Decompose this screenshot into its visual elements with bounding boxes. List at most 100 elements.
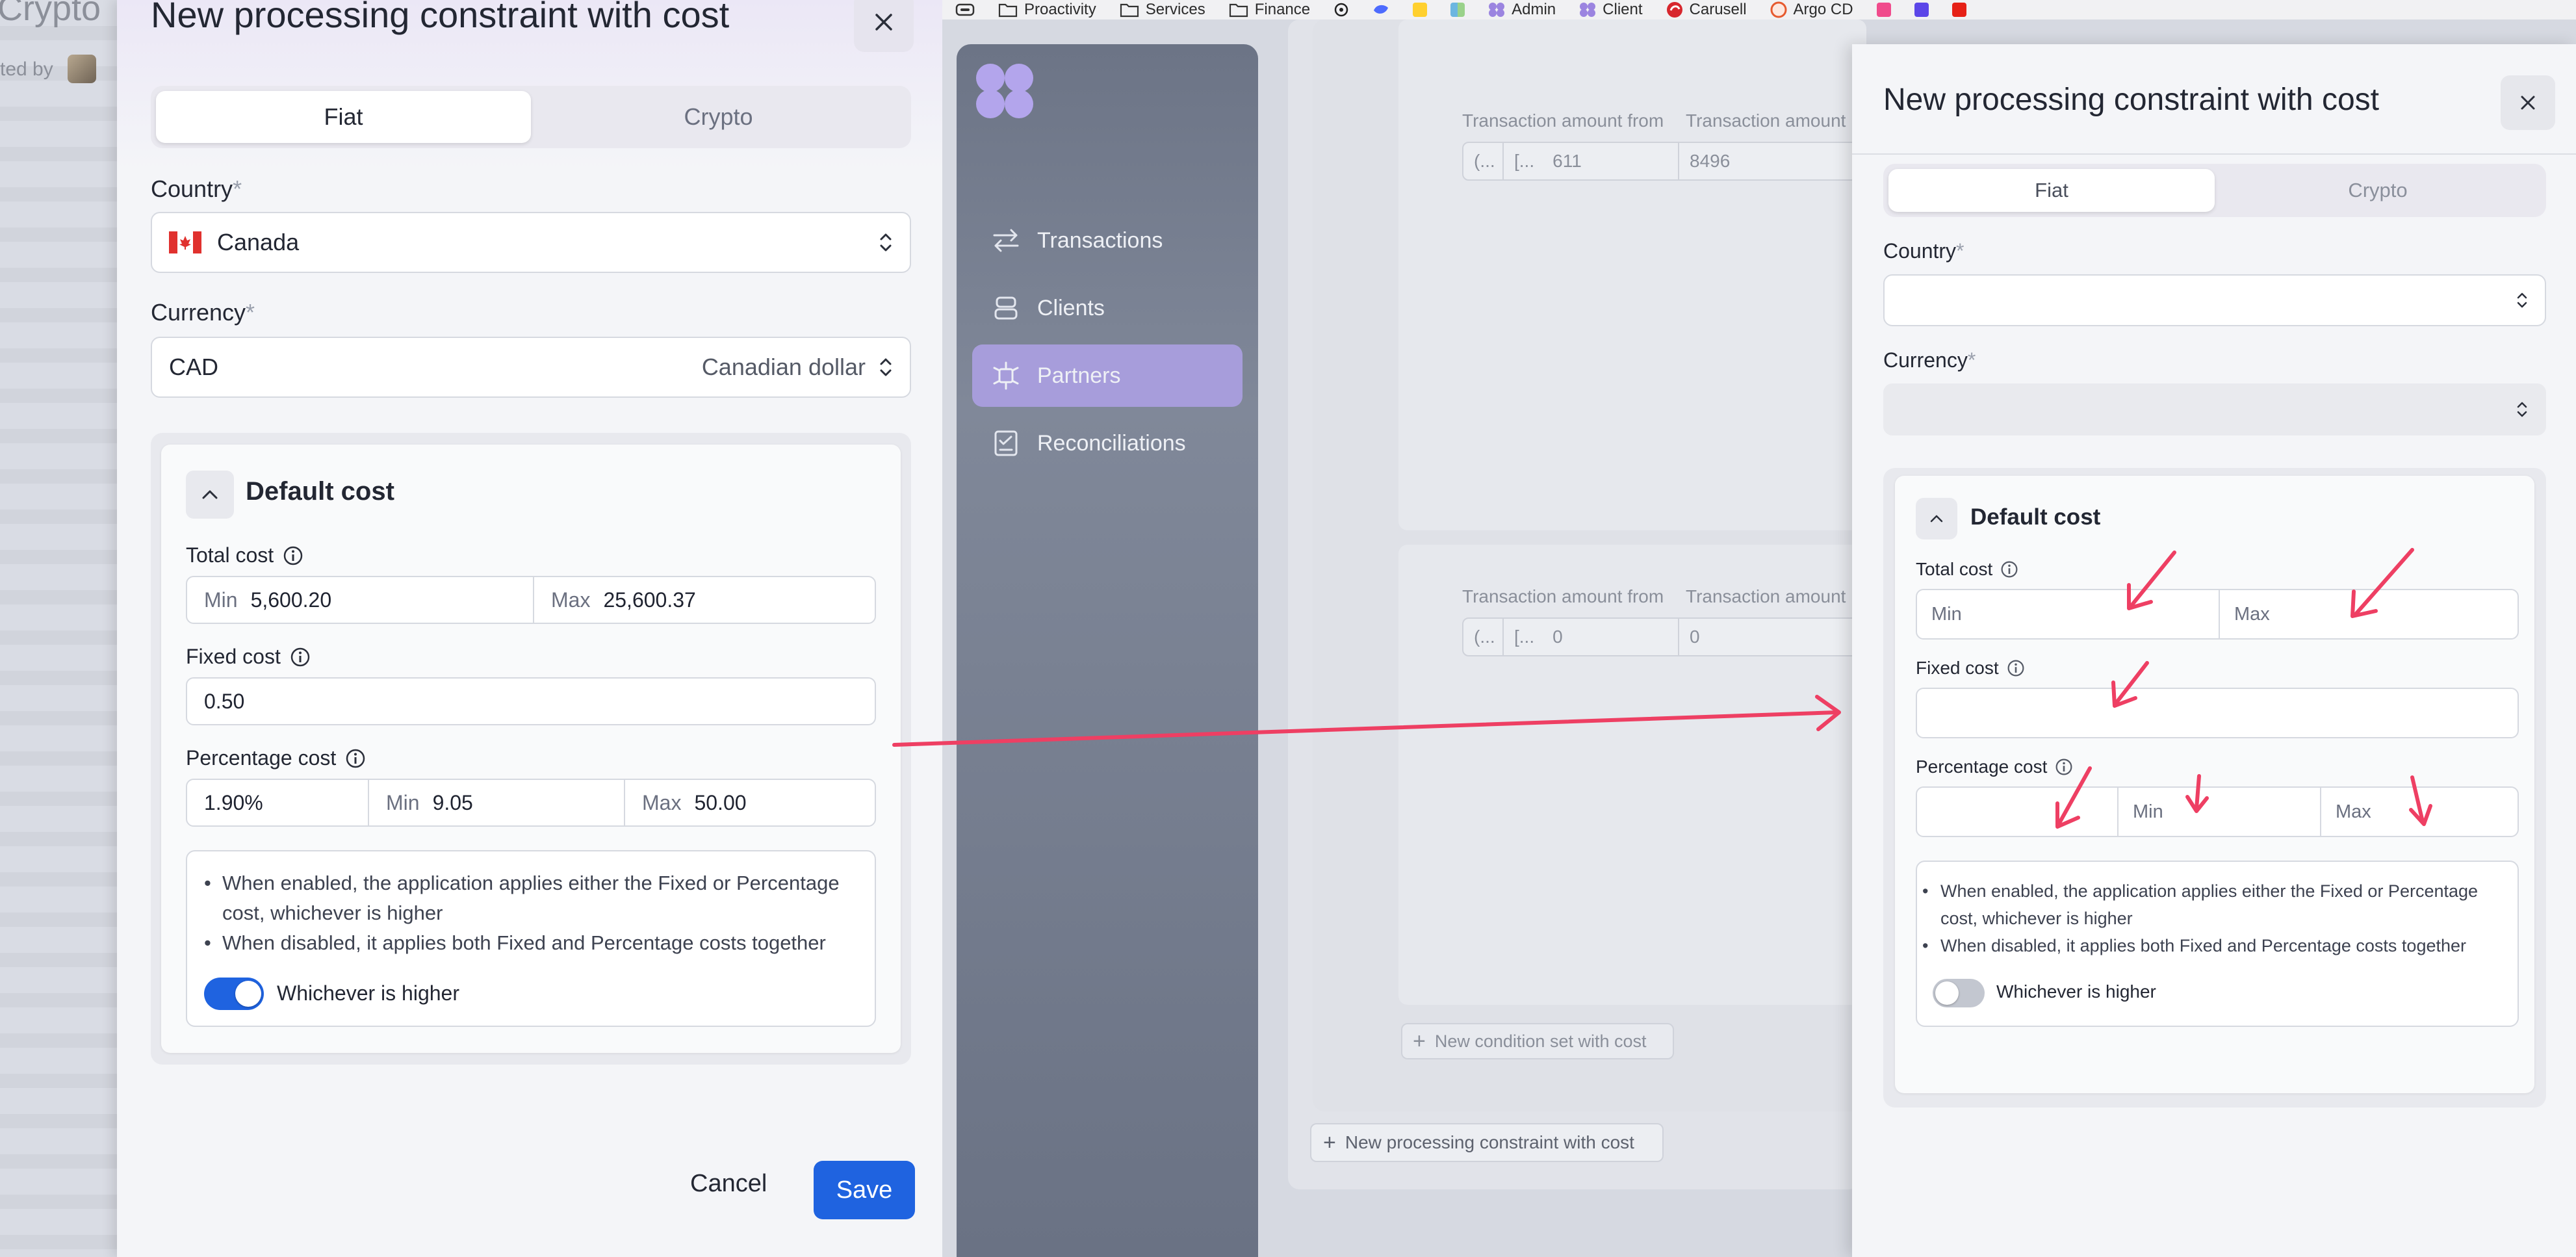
bookmark-finance[interactable]: Finance bbox=[1229, 1, 1310, 19]
toggle-knob bbox=[1935, 981, 1959, 1005]
tab-crypto[interactable]: Crypto bbox=[531, 91, 906, 143]
carusell-icon bbox=[1666, 2, 1682, 18]
tab-fiat[interactable]: Fiat bbox=[156, 91, 531, 143]
modal-title: New processing constraint with cost bbox=[151, 0, 730, 35]
bookmark-argo-cd[interactable]: Argo CD bbox=[1770, 1, 1853, 19]
bookmark-s-pink[interactable] bbox=[1876, 3, 1891, 17]
new-condition-set-button[interactable]: + New condition set with cost bbox=[1401, 1023, 1674, 1059]
bookmark-s-blue[interactable] bbox=[1914, 3, 1929, 17]
amount-to-label: Transaction amount bbox=[1686, 110, 1846, 131]
partners-icon bbox=[988, 361, 1024, 390]
cancel-button[interactable]: Cancel bbox=[690, 1170, 767, 1198]
bookmark-proactivity[interactable]: Proactivity bbox=[998, 1, 1096, 19]
cost-rule-notes: When enabled, the application applies ei… bbox=[186, 850, 876, 1027]
fixed-cost-input[interactable] bbox=[1916, 688, 2519, 738]
reconciliations-icon bbox=[988, 429, 1024, 458]
country-select[interactable]: Canada bbox=[151, 212, 911, 273]
percentage-cost-min-input[interactable]: Min 9.05 bbox=[368, 780, 624, 825]
amount-from-label: Transaction amount from bbox=[1462, 586, 1664, 606]
info-icon[interactable] bbox=[2000, 560, 2018, 578]
toggle-label: Whichever is higher bbox=[277, 981, 459, 1005]
percentage-cost-input[interactable] bbox=[1917, 788, 2117, 836]
country-label: Country* bbox=[1883, 239, 1964, 263]
background-created-by: ted by bbox=[0, 58, 53, 80]
bookmark-client[interactable]: Client bbox=[1579, 1, 1643, 19]
amount-from-input[interactable]: [... 611 bbox=[1502, 143, 1678, 179]
miro-icon bbox=[1413, 3, 1428, 17]
bracket-select[interactable]: (... bbox=[1463, 619, 1502, 655]
plus-icon: + bbox=[1323, 1130, 1336, 1155]
total-cost-max-input[interactable]: Max 25,600.37 bbox=[533, 577, 875, 623]
s-blue-icon bbox=[1914, 3, 1929, 17]
percentage-cost-min-input[interactable]: Min bbox=[2117, 788, 2320, 836]
collapse-button[interactable] bbox=[186, 471, 234, 519]
argo-icon bbox=[1770, 1, 1787, 18]
bookmark-services[interactable]: Services bbox=[1120, 1, 1205, 19]
sidebar-item-partners[interactable]: Partners bbox=[972, 344, 1243, 407]
save-button[interactable]: Save bbox=[814, 1161, 915, 1219]
sidebar-item-clients[interactable]: Clients bbox=[972, 277, 1243, 339]
updown-chevron-icon bbox=[879, 356, 893, 379]
collapse-button[interactable] bbox=[1916, 498, 1957, 539]
sidebar-item-reconciliations[interactable]: Reconciliations bbox=[972, 412, 1243, 474]
condition-set-card: Transaction amount from Transaction amou… bbox=[1398, 19, 1878, 530]
percentage-cost-max-input[interactable]: Max bbox=[2320, 788, 2518, 836]
total-cost-fields: Min Max bbox=[1916, 589, 2519, 640]
percentage-cost-fields: 1.90% Min 9.05 Max 50.00 bbox=[186, 779, 876, 827]
close-button[interactable] bbox=[854, 0, 914, 52]
note-item: When disabled, it applies both Fixed and… bbox=[1922, 932, 2505, 959]
bracket-select[interactable]: (... bbox=[1463, 143, 1502, 179]
currency-label: Currency* bbox=[1883, 348, 1976, 372]
default-cost-card: Default cost Total cost Min Max Fixed co… bbox=[1895, 476, 2534, 1093]
amount-from-input[interactable]: [... 0 bbox=[1502, 619, 1678, 655]
chevron-up-icon bbox=[1930, 515, 1943, 523]
updown-chevron-icon bbox=[2516, 400, 2528, 419]
percentage-cost-input[interactable]: 1.90% bbox=[187, 780, 368, 825]
right-constraint-modal: New processing constraint with cost Fiat… bbox=[1852, 44, 2576, 1257]
info-icon[interactable] bbox=[345, 748, 366, 769]
toggle-label: Whichever is higher bbox=[1996, 981, 2156, 1002]
whichever-higher-toggle[interactable] bbox=[204, 978, 264, 1010]
country-select[interactable] bbox=[1883, 274, 2546, 326]
info-icon[interactable] bbox=[290, 647, 311, 667]
cost-rule-notes: When enabled, the application applies ei… bbox=[1916, 861, 2519, 1027]
currency-select[interactable] bbox=[1883, 383, 2546, 435]
default-cost-card: Default cost Total cost Min 5,600.20 Max… bbox=[161, 445, 901, 1053]
toggle-knob bbox=[235, 981, 261, 1007]
whichever-higher-toggle[interactable] bbox=[1933, 979, 1985, 1007]
total-cost-max-input[interactable]: Max bbox=[2219, 590, 2518, 638]
amount-to-input[interactable]: 8496 bbox=[1678, 143, 1877, 179]
amount-from-label: Transaction amount from bbox=[1462, 110, 1664, 131]
sidebar-item-transactions[interactable]: Transactions bbox=[972, 209, 1243, 272]
info-icon[interactable] bbox=[2055, 758, 2073, 776]
close-icon bbox=[2521, 96, 2535, 110]
tab-icon[interactable] bbox=[955, 3, 975, 17]
bookmark-deepseek[interactable] bbox=[1372, 3, 1389, 17]
amount-range-row: (... [... 0 0 bbox=[1462, 617, 1878, 656]
fixed-cost-input[interactable]: 0.50 bbox=[186, 677, 876, 725]
tab-crypto[interactable]: Crypto bbox=[2215, 169, 2541, 212]
info-icon[interactable] bbox=[2007, 659, 2025, 677]
info-icon[interactable] bbox=[283, 545, 303, 566]
total-cost-min-input[interactable]: Min 5,600.20 bbox=[187, 577, 533, 623]
total-cost-min-input[interactable]: Min bbox=[1917, 590, 2219, 638]
currency-select[interactable]: CAD Canadian dollar bbox=[151, 337, 911, 398]
transactions-icon bbox=[988, 227, 1024, 253]
bookmark-miro[interactable] bbox=[1413, 3, 1428, 17]
default-cost-title: Default cost bbox=[1970, 504, 2101, 530]
bookmark-carusell[interactable]: Carusell bbox=[1666, 1, 1747, 19]
tab-fiat[interactable]: Fiat bbox=[1888, 169, 2215, 212]
background-crypto-label: Crypto bbox=[0, 0, 101, 28]
app-logo[interactable] bbox=[973, 62, 1038, 121]
deepseek-icon bbox=[1374, 5, 1389, 14]
bookmark-youtube[interactable] bbox=[1951, 3, 1966, 17]
bookmark-admin[interactable]: Admin bbox=[1488, 1, 1556, 19]
bookmark-openai[interactable] bbox=[1333, 2, 1349, 18]
percentage-cost-max-input[interactable]: Max 50.00 bbox=[624, 780, 875, 825]
updown-chevron-icon bbox=[879, 231, 893, 254]
amount-to-input[interactable]: 0 bbox=[1678, 619, 1877, 655]
new-processing-constraint-button[interactable]: + New processing constraint with cost bbox=[1310, 1123, 1664, 1162]
close-button[interactable] bbox=[2501, 75, 2555, 130]
fixed-cost-label: Fixed cost bbox=[1916, 658, 2025, 679]
bookmark-map[interactable] bbox=[1450, 3, 1465, 17]
